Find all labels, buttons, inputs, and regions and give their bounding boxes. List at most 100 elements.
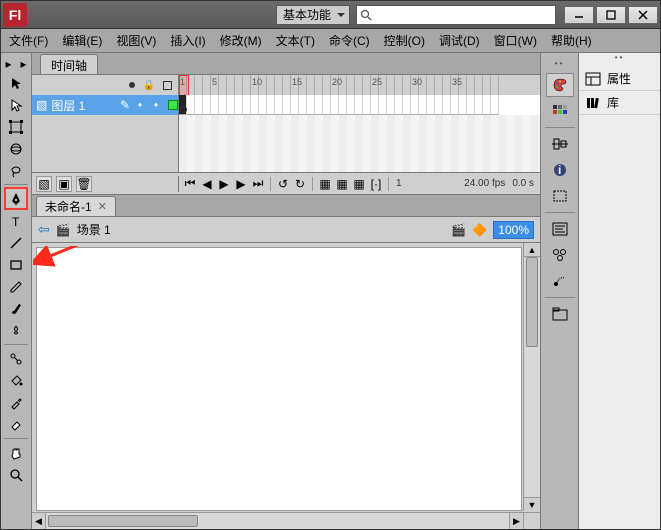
center-frame-icon[interactable]: ↺: [276, 177, 290, 191]
zoom-value[interactable]: 100%: [493, 221, 534, 239]
menu-commands[interactable]: 命令(C): [329, 32, 370, 49]
v-scroll-thumb[interactable]: [526, 257, 538, 347]
document-tab[interactable]: 未命名-1 ✕: [36, 196, 116, 216]
lock-header-icon[interactable]: 🔒: [143, 80, 155, 91]
align-panel-icon[interactable]: [546, 132, 574, 156]
minimize-button[interactable]: [564, 6, 594, 24]
menu-text[interactable]: 文本(T): [276, 32, 315, 49]
properties-icon: [585, 72, 601, 86]
edit-scene-icon[interactable]: 🎬: [451, 223, 466, 237]
panel-grip-icon[interactable]: ••: [579, 53, 660, 67]
lasso-tool-icon[interactable]: [5, 160, 27, 181]
timeline-panel: 🔒 15101520253035 ▧ 图层 1 ✎ • •: [32, 75, 540, 195]
close-button[interactable]: [628, 6, 658, 24]
transform-panel-icon[interactable]: [546, 184, 574, 208]
back-arrow-icon[interactable]: ⇦: [38, 221, 50, 238]
stage[interactable]: [36, 247, 522, 511]
swatches-panel-icon[interactable]: [546, 99, 574, 123]
project-panel-icon[interactable]: [546, 302, 574, 326]
timeline-tab[interactable]: 时间轴: [40, 54, 98, 74]
visibility-header-icon[interactable]: [129, 82, 135, 88]
info-panel-icon[interactable]: i: [546, 158, 574, 182]
modify-markers-icon[interactable]: [·]: [369, 177, 383, 191]
code-snippets-panel-icon[interactable]: [546, 217, 574, 241]
scroll-up-icon[interactable]: ▲: [524, 243, 540, 257]
edit-multiple-icon[interactable]: ▦: [352, 177, 366, 191]
workspace-dropdown[interactable]: 基本功能: [276, 5, 350, 25]
library-row[interactable]: 库: [579, 91, 660, 115]
menu-file[interactable]: 文件(F): [9, 32, 48, 49]
menu-debug[interactable]: 调试(D): [439, 32, 480, 49]
dock-icon-strip: •• i: [540, 53, 578, 529]
onion-skin-icon[interactable]: ▦: [318, 177, 332, 191]
selection-tool-icon[interactable]: [5, 72, 27, 93]
search-box[interactable]: [356, 5, 556, 25]
scroll-left-icon[interactable]: ◀: [32, 513, 46, 529]
scroll-down-icon[interactable]: ▼: [524, 497, 540, 511]
h-scroll-thumb[interactable]: [48, 515, 198, 527]
rectangle-tool-icon[interactable]: [5, 254, 27, 275]
new-folder-button[interactable]: ▣: [56, 176, 72, 192]
dock-grip-icon[interactable]: ••: [555, 59, 565, 71]
layer-header: 🔒: [32, 75, 179, 95]
toolbox-collapse2-icon[interactable]: ▸: [17, 57, 31, 71]
layer-outline-color-icon[interactable]: [168, 100, 178, 110]
pen-tool-icon[interactable]: [5, 188, 27, 209]
timeline-tab-row: 时间轴: [32, 53, 540, 75]
menu-view[interactable]: 视图(V): [116, 32, 156, 49]
menu-insert[interactable]: 插入(I): [170, 32, 205, 49]
color-panel-icon[interactable]: [546, 73, 574, 97]
menu-control[interactable]: 控制(O): [384, 32, 425, 49]
bone-tool-icon[interactable]: [5, 348, 27, 369]
menu-edit[interactable]: 编辑(E): [62, 32, 102, 49]
properties-panel: •• 属性 库: [578, 53, 660, 529]
hand-tool-icon[interactable]: [5, 442, 27, 463]
delete-layer-button[interactable]: 🗑: [76, 176, 92, 192]
menu-help[interactable]: 帮助(H): [551, 32, 592, 49]
goto-last-icon[interactable]: ⏭: [251, 177, 265, 191]
components-panel-icon[interactable]: [546, 243, 574, 267]
toolbox-collapse-icon[interactable]: ▸: [2, 57, 16, 71]
onion-skin-outline-icon[interactable]: ▦: [335, 177, 349, 191]
properties-row[interactable]: 属性: [579, 67, 660, 91]
subselection-tool-icon[interactable]: [5, 94, 27, 115]
close-tab-icon[interactable]: ✕: [98, 200, 107, 213]
step-back-icon[interactable]: ◀: [200, 177, 214, 191]
3d-rotation-tool-icon[interactable]: [5, 138, 27, 159]
motion-presets-panel-icon[interactable]: [546, 269, 574, 293]
layer-lock-dot-icon[interactable]: •: [150, 98, 162, 112]
layer-name[interactable]: 图层 1: [51, 97, 116, 114]
frame-ruler[interactable]: 15101520253035: [179, 75, 540, 95]
text-tool-icon[interactable]: T: [5, 210, 27, 231]
scene-name[interactable]: 场景 1: [77, 221, 111, 238]
loop-icon[interactable]: ↻: [293, 177, 307, 191]
line-tool-icon[interactable]: [5, 232, 27, 253]
scroll-right-icon[interactable]: ▶: [509, 513, 523, 529]
paint-bucket-tool-icon[interactable]: [5, 370, 27, 391]
elapsed-value: 0.0 s: [510, 178, 536, 189]
goto-first-icon[interactable]: ⏮: [183, 177, 197, 191]
outline-header-icon[interactable]: [163, 81, 172, 90]
brush-tool-icon[interactable]: [5, 298, 27, 319]
free-transform-tool-icon[interactable]: [5, 116, 27, 137]
play-icon[interactable]: ▶: [217, 177, 231, 191]
search-input[interactable]: [375, 6, 555, 24]
menu-modify[interactable]: 修改(M): [220, 32, 262, 49]
eraser-tool-icon[interactable]: [5, 414, 27, 435]
horizontal-scrollbar[interactable]: ◀ ▶: [32, 512, 523, 529]
menu-window[interactable]: 窗口(W): [494, 32, 537, 49]
playhead[interactable]: [179, 75, 189, 95]
edit-symbol-icon[interactable]: 🔶: [472, 223, 487, 237]
step-fwd-icon[interactable]: ▶: [234, 177, 248, 191]
new-layer-button[interactable]: ▧: [36, 176, 52, 192]
frame-area[interactable]: [179, 95, 540, 172]
layer-row[interactable]: ▧ 图层 1 ✎ • •: [32, 95, 178, 115]
vertical-scrollbar[interactable]: ▲ ▼: [523, 243, 540, 511]
maximize-button[interactable]: [596, 6, 626, 24]
zoom-tool-icon[interactable]: [5, 464, 27, 485]
layer-visible-dot-icon[interactable]: •: [134, 98, 146, 112]
deco-tool-icon[interactable]: [5, 320, 27, 341]
eyedropper-tool-icon[interactable]: [5, 392, 27, 413]
fps-value[interactable]: 24.00 fps: [462, 178, 507, 189]
pencil-tool-icon[interactable]: [5, 276, 27, 297]
